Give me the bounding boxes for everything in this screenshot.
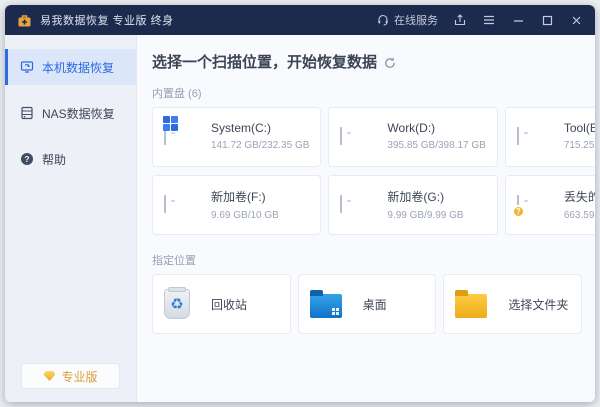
windows-logo-icon [163,116,178,131]
drive-icon [340,195,376,214]
drive-name: 新加卷(F:) [211,189,266,204]
location-card-desktop[interactable]: 桌面 [297,274,437,334]
page-title: 选择一个扫描位置，开始恢复数据 [152,54,378,71]
location-label: 选择文件夹 [508,297,569,312]
desktop-folder-icon [309,289,342,318]
drive-size: 395.85 GB/398.17 GB [387,140,486,151]
drive-icon [340,127,376,146]
svg-text:?: ? [24,154,29,164]
drive-name: System(C:) [211,121,271,135]
titlebar: 易我数据恢复 专业版 终身 在线服务 [5,5,595,35]
drive-card-work-d[interactable]: Work(D:) 395.85 GB/398.17 GB [328,107,498,167]
online-service-label: 在线服务 [394,15,438,27]
internal-disks-label: 内置盘 (6) [152,88,202,100]
drive-icon [516,127,553,146]
drive-name: 新加卷(G:) [387,189,445,204]
drive-size: 663.59 GB [563,209,595,221]
sidebar-item-help[interactable]: ? 帮助 [5,141,136,177]
main-panel: 选择一个扫描位置，开始恢复数据 内置盘 (6) System(C:) 141.7… [137,35,595,402]
drive-size: 9.99 GB/9.99 GB [387,209,464,221]
refresh-icon[interactable] [384,57,396,69]
drive-card-lost-partition[interactable]: ? 丢失的分区 -1 i 663.59 GB [504,175,595,235]
location-card-recycle-bin[interactable]: ♻ 回收站 [152,274,291,334]
drive-card-tool-e[interactable]: Tool(E:) 715.25 GB/781.25 GB [504,107,595,167]
headset-icon [378,14,388,26]
location-card-select-folder[interactable]: 选择文件夹 [443,274,582,334]
app-title: 易我数据恢复 专业版 终身 [40,15,174,27]
edition-button[interactable]: 专业版 [21,363,120,389]
drive-size: 9.69 GB/10 GB [211,209,279,221]
drive-name: Tool(E:) [563,121,595,135]
location-grid: ♻ 回收站 桌面 选择文件夹 [152,274,582,334]
close-button[interactable] [569,13,583,27]
drive-size: 715.25 GB/781.25 GB [563,140,595,151]
drive-icon-lost: ? [511,195,553,218]
sidebar-item-label: 本机数据恢复 [42,60,115,75]
drive-icon-windows [163,116,200,146]
local-recovery-icon [20,60,34,74]
drive-card-volume-g[interactable]: 新加卷(G:) 9.99 GB/9.99 GB [328,175,498,235]
drive-card-volume-f[interactable]: 新加卷(F:) 9.69 GB/10 GB [152,175,322,235]
edition-button-label: 专业版 [61,369,98,384]
recycle-bin-icon: ♻ [164,287,190,319]
minimize-button[interactable] [511,13,525,27]
drive-name: 丢失的分区 -1 i [563,189,595,204]
sidebar-item-label: NAS数据恢复 [42,106,115,121]
share-icon[interactable] [453,13,467,27]
specified-location-label: 指定位置 [152,255,196,267]
sidebar-item-local-recovery[interactable]: 本机数据恢复 [5,49,136,85]
drive-grid: System(C:) 141.72 GB/232.35 GB Work(D:) … [152,107,595,235]
menu-icon[interactable] [482,13,496,27]
maximize-button[interactable] [540,13,554,27]
location-label: 回收站 [211,297,248,312]
online-service-button[interactable]: 在线服务 [377,12,438,28]
nas-recovery-icon [20,106,34,120]
app-logo-icon [17,13,32,28]
location-label: 桌面 [362,297,387,312]
drive-icon [164,195,200,214]
gem-icon [43,371,56,381]
folder-icon [455,289,488,318]
sidebar: 本机数据恢复 NAS数据恢复 ? 帮助 专业版 [5,35,137,402]
drive-name: Work(D:) [387,121,436,135]
sidebar-item-label: 帮助 [42,152,67,167]
question-badge-icon: ? [511,205,525,218]
drive-card-system-c[interactable]: System(C:) 141.72 GB/232.35 GB [152,107,322,167]
drive-size: 141.72 GB/232.35 GB [211,140,310,151]
sidebar-item-nas-recovery[interactable]: NAS数据恢复 [5,95,136,131]
app-window: 易我数据恢复 专业版 终身 在线服务 本机数据恢复 NAS数据恢复 ? 帮助 专… [5,5,595,402]
help-icon: ? [20,152,34,166]
